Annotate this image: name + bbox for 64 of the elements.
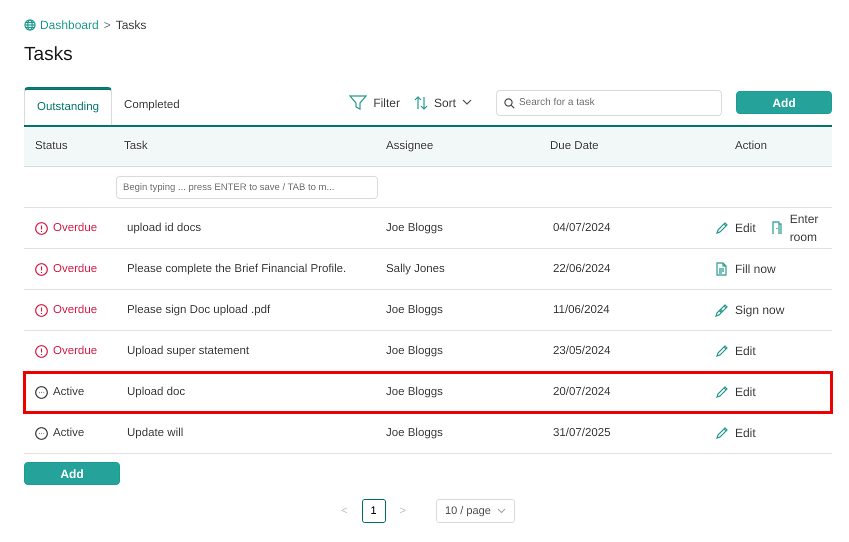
table-cell: 20/07/2024 (549, 372, 693, 413)
column-header: Task (123, 126, 385, 167)
table-cell: 23/05/2024 (549, 330, 693, 372)
ellipsis-icon (35, 386, 48, 399)
document-icon (715, 262, 729, 276)
table-cell: 04/07/2024 (549, 208, 693, 249)
table-cell: 11/06/2024 (549, 290, 693, 331)
page-title: Tasks (24, 44, 74, 67)
filter-button[interactable]: Filter (349, 94, 400, 112)
table-cell: Joe Bloggs (385, 330, 549, 372)
pencil-icon (715, 385, 729, 400)
sort-button[interactable]: Sort (414, 94, 472, 112)
table-cell: 31/07/2025 (549, 412, 693, 454)
table-cell: Joe Bloggs (385, 208, 549, 249)
table-cell: 22/06/2024 (549, 248, 693, 290)
table-cell: Please sign Doc upload .pdf (123, 290, 385, 331)
status-text: Active (53, 426, 84, 441)
column-header: Action (693, 126, 832, 167)
breadcrumb-separator: > (104, 17, 111, 34)
sign-action[interactable]: Sign now (715, 301, 784, 320)
status-text: Overdue (53, 220, 98, 236)
alert-icon (35, 344, 48, 358)
page-button[interactable]: 1 (362, 499, 386, 524)
status-text: Active (53, 384, 84, 400)
column-header: Status (24, 126, 123, 167)
chevron-icon (462, 99, 472, 106)
pencil-icon (715, 221, 729, 236)
edit-action[interactable]: Edit (715, 383, 756, 402)
chevron-icon (496, 508, 506, 514)
table-cell: Upload doc (123, 372, 385, 413)
status-text: Overdue (53, 344, 98, 359)
table-cell: Upload super statement (123, 330, 385, 372)
search-field[interactable]: Search for a task (496, 90, 722, 116)
page-size-select[interactable]: 10 / page (436, 499, 515, 524)
breadcrumb-current: Tasks (116, 17, 146, 34)
pencil-icon (715, 344, 729, 358)
table-cell: Joe Bloggs (385, 290, 549, 331)
column-header: Assignee (385, 126, 549, 167)
fill-action[interactable]: Fill now (715, 260, 776, 278)
door-icon (770, 221, 784, 236)
edit-action[interactable]: Edit (715, 219, 756, 238)
status-text: Overdue (53, 262, 98, 277)
enter-action[interactable]: Enter room (770, 210, 830, 246)
alert-icon (35, 304, 48, 317)
filter-icon (349, 94, 368, 111)
table-cell: Joe Bloggs (385, 412, 549, 454)
edit-action[interactable]: Edit (715, 342, 756, 360)
table-cell: Sally Jones (385, 248, 549, 290)
globe-icon (24, 19, 36, 31)
table-cell: Joe Bloggs (385, 372, 549, 413)
alert-icon (35, 222, 48, 235)
table-cell: Please complete the Brief Financial Profile. (123, 248, 385, 290)
new-task-field[interactable]: Begin typing ... press ENTER to save / TAB to m... (116, 176, 378, 199)
table-cell: Update will (123, 412, 385, 454)
edit-action[interactable]: Edit (715, 424, 756, 442)
alert-icon (35, 262, 48, 276)
pen-icon (715, 303, 729, 318)
sort-icon (414, 96, 428, 110)
status-text: Overdue (53, 302, 98, 318)
table-cell: upload id docs (123, 208, 385, 249)
column-header: Due Date (549, 126, 693, 167)
ellipsis-icon (35, 426, 48, 440)
tab[interactable]: Completed (112, 86, 192, 125)
pencil-icon (715, 426, 729, 440)
